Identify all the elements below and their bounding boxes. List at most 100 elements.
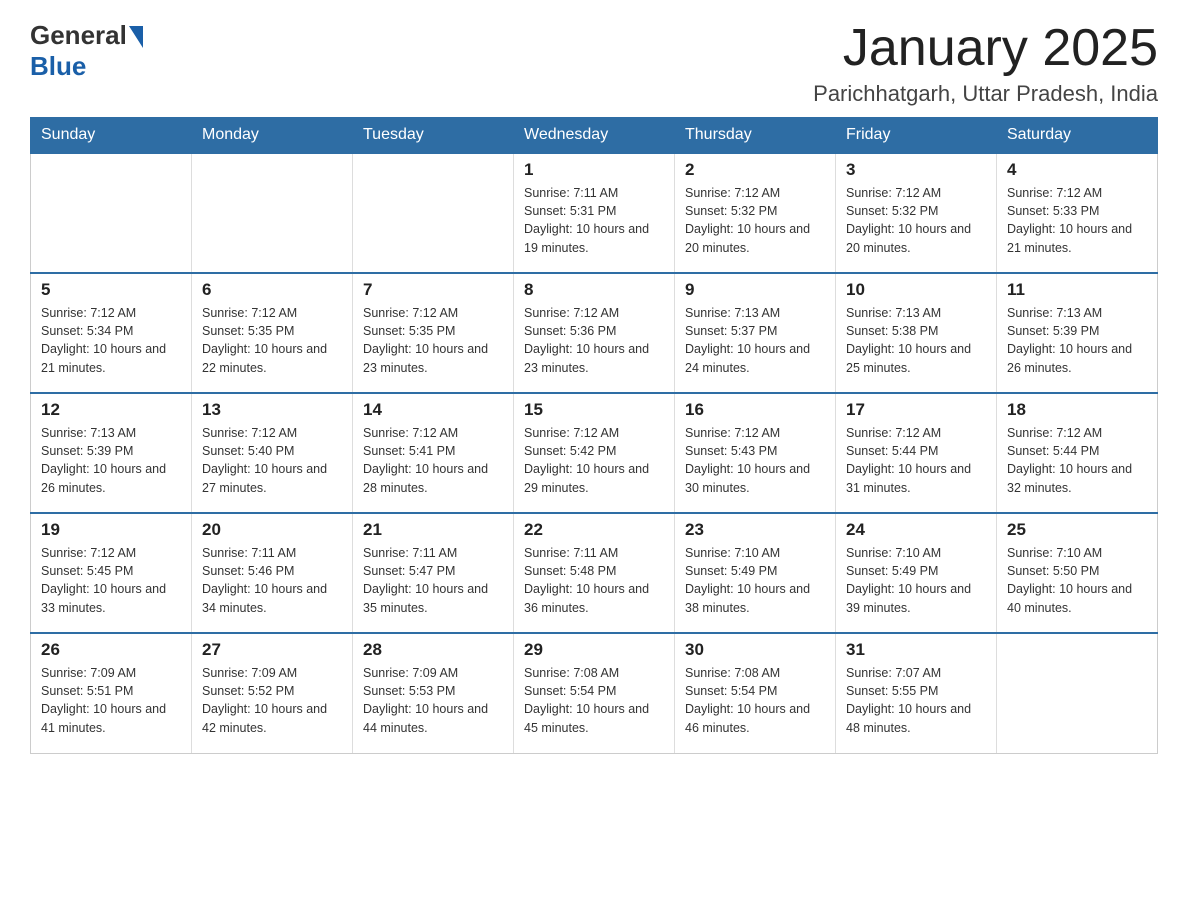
- day-number: 27: [202, 640, 342, 660]
- day-info: Sunrise: 7:09 AM Sunset: 5:51 PM Dayligh…: [41, 664, 181, 737]
- calendar-cell: 12 Sunrise: 7:13 AM Sunset: 5:39 PM Dayli…: [31, 393, 192, 513]
- day-number: 4: [1007, 160, 1147, 180]
- calendar-cell: 23Sunrise: 7:10 AM Sunset: 5:49 PM Dayli…: [675, 513, 836, 633]
- day-number: 8: [524, 280, 664, 300]
- day-number: 31: [846, 640, 986, 660]
- page-header: General Blue January 2025 Parichhatgarh,…: [30, 20, 1158, 107]
- day-info: Sunrise: 7:12 AM Sunset: 5:35 PM Dayligh…: [202, 304, 342, 377]
- day-number: 9: [685, 280, 825, 300]
- calendar-cell: 9 Sunrise: 7:13 AM Sunset: 5:37 PM Daylig…: [675, 273, 836, 393]
- day-number: 5: [41, 280, 181, 300]
- day-info: Sunrise: 7:12 AM Sunset: 5:35 PM Dayligh…: [363, 304, 503, 377]
- calendar-week-row: 19Sunrise: 7:12 AM Sunset: 5:45 PM Dayli…: [31, 513, 1158, 633]
- calendar-cell: 1 Sunrise: 7:11 AM Sunset: 5:31 PM Daylig…: [514, 153, 675, 273]
- day-number: 6: [202, 280, 342, 300]
- day-info: Sunrise: 7:10 AM Sunset: 5:49 PM Dayligh…: [685, 544, 825, 617]
- day-number: 21: [363, 520, 503, 540]
- calendar-cell: 10 Sunrise: 7:13 AM Sunset: 5:38 PM Dayli…: [836, 273, 997, 393]
- day-info: Sunrise: 7:12 AM Sunset: 5:40 PM Dayligh…: [202, 424, 342, 497]
- day-info: Sunrise: 7:12 AM Sunset: 5:44 PM Dayligh…: [846, 424, 986, 497]
- calendar-week-row: 1 Sunrise: 7:11 AM Sunset: 5:31 PM Daylig…: [31, 153, 1158, 273]
- day-number: 1: [524, 160, 664, 180]
- calendar-table: SundayMondayTuesdayWednesdayThursdayFrid…: [30, 117, 1158, 754]
- day-number: 16: [685, 400, 825, 420]
- day-info: Sunrise: 7:12 AM Sunset: 5:33 PM Dayligh…: [1007, 184, 1147, 257]
- day-info: Sunrise: 7:13 AM Sunset: 5:38 PM Dayligh…: [846, 304, 986, 377]
- calendar-cell: 24Sunrise: 7:10 AM Sunset: 5:49 PM Dayli…: [836, 513, 997, 633]
- weekday-header-saturday: Saturday: [997, 118, 1158, 154]
- day-number: 17: [846, 400, 986, 420]
- weekday-header-row: SundayMondayTuesdayWednesdayThursdayFrid…: [31, 118, 1158, 154]
- calendar-cell: 7 Sunrise: 7:12 AM Sunset: 5:35 PM Daylig…: [353, 273, 514, 393]
- day-info: Sunrise: 7:11 AM Sunset: 5:31 PM Dayligh…: [524, 184, 664, 257]
- calendar-subtitle: Parichhatgarh, Uttar Pradesh, India: [813, 81, 1158, 107]
- day-info: Sunrise: 7:07 AM Sunset: 5:55 PM Dayligh…: [846, 664, 986, 737]
- day-info: Sunrise: 7:12 AM Sunset: 5:32 PM Dayligh…: [685, 184, 825, 257]
- calendar-cell: 19Sunrise: 7:12 AM Sunset: 5:45 PM Dayli…: [31, 513, 192, 633]
- calendar-cell: 4 Sunrise: 7:12 AM Sunset: 5:33 PM Daylig…: [997, 153, 1158, 273]
- day-number: 25: [1007, 520, 1147, 540]
- calendar-cell: 6 Sunrise: 7:12 AM Sunset: 5:35 PM Daylig…: [192, 273, 353, 393]
- logo-triangle-icon: [129, 26, 143, 48]
- day-info: Sunrise: 7:13 AM Sunset: 5:39 PM Dayligh…: [1007, 304, 1147, 377]
- day-number: 7: [363, 280, 503, 300]
- day-info: Sunrise: 7:12 AM Sunset: 5:34 PM Dayligh…: [41, 304, 181, 377]
- day-info: Sunrise: 7:10 AM Sunset: 5:49 PM Dayligh…: [846, 544, 986, 617]
- day-info: Sunrise: 7:09 AM Sunset: 5:52 PM Dayligh…: [202, 664, 342, 737]
- day-number: 11: [1007, 280, 1147, 300]
- day-info: Sunrise: 7:11 AM Sunset: 5:46 PM Dayligh…: [202, 544, 342, 617]
- day-number: 2: [685, 160, 825, 180]
- weekday-header-thursday: Thursday: [675, 118, 836, 154]
- day-number: 18: [1007, 400, 1147, 420]
- calendar-cell: 16Sunrise: 7:12 AM Sunset: 5:43 PM Dayli…: [675, 393, 836, 513]
- calendar-cell: 21 Sunrise: 7:11 AM Sunset: 5:47 PM Dayli…: [353, 513, 514, 633]
- day-number: 22: [524, 520, 664, 540]
- day-info: Sunrise: 7:13 AM Sunset: 5:37 PM Dayligh…: [685, 304, 825, 377]
- calendar-cell: 5 Sunrise: 7:12 AM Sunset: 5:34 PM Daylig…: [31, 273, 192, 393]
- day-info: Sunrise: 7:12 AM Sunset: 5:44 PM Dayligh…: [1007, 424, 1147, 497]
- day-number: 28: [363, 640, 503, 660]
- calendar-cell: 28Sunrise: 7:09 AM Sunset: 5:53 PM Dayli…: [353, 633, 514, 753]
- day-info: Sunrise: 7:11 AM Sunset: 5:47 PM Dayligh…: [363, 544, 503, 617]
- weekday-header-wednesday: Wednesday: [514, 118, 675, 154]
- calendar-cell: 25Sunrise: 7:10 AM Sunset: 5:50 PM Dayli…: [997, 513, 1158, 633]
- day-info: Sunrise: 7:12 AM Sunset: 5:36 PM Dayligh…: [524, 304, 664, 377]
- day-number: 29: [524, 640, 664, 660]
- title-block: January 2025 Parichhatgarh, Uttar Prades…: [813, 20, 1158, 107]
- calendar-cell: 29Sunrise: 7:08 AM Sunset: 5:54 PM Dayli…: [514, 633, 675, 753]
- day-info: Sunrise: 7:11 AM Sunset: 5:48 PM Dayligh…: [524, 544, 664, 617]
- calendar-cell: 3 Sunrise: 7:12 AM Sunset: 5:32 PM Daylig…: [836, 153, 997, 273]
- day-number: 30: [685, 640, 825, 660]
- day-number: 20: [202, 520, 342, 540]
- day-number: 13: [202, 400, 342, 420]
- day-number: 12: [41, 400, 181, 420]
- day-number: 26: [41, 640, 181, 660]
- day-info: Sunrise: 7:08 AM Sunset: 5:54 PM Dayligh…: [685, 664, 825, 737]
- calendar-week-row: 26 Sunrise: 7:09 AM Sunset: 5:51 PM Dayli…: [31, 633, 1158, 753]
- calendar-cell: 18 Sunrise: 7:12 AM Sunset: 5:44 PM Dayli…: [997, 393, 1158, 513]
- calendar-week-row: 5 Sunrise: 7:12 AM Sunset: 5:34 PM Daylig…: [31, 273, 1158, 393]
- day-info: Sunrise: 7:12 AM Sunset: 5:42 PM Dayligh…: [524, 424, 664, 497]
- day-info: Sunrise: 7:13 AM Sunset: 5:39 PM Dayligh…: [41, 424, 181, 497]
- day-info: Sunrise: 7:12 AM Sunset: 5:32 PM Dayligh…: [846, 184, 986, 257]
- calendar-cell: 15Sunrise: 7:12 AM Sunset: 5:42 PM Dayli…: [514, 393, 675, 513]
- logo-blue: Blue: [30, 51, 86, 82]
- calendar-cell: 14 Sunrise: 7:12 AM Sunset: 5:41 PM Dayli…: [353, 393, 514, 513]
- day-info: Sunrise: 7:12 AM Sunset: 5:41 PM Dayligh…: [363, 424, 503, 497]
- day-number: 3: [846, 160, 986, 180]
- calendar-title: January 2025: [813, 20, 1158, 77]
- calendar-cell: 11 Sunrise: 7:13 AM Sunset: 5:39 PM Dayli…: [997, 273, 1158, 393]
- calendar-cell: 20 Sunrise: 7:11 AM Sunset: 5:46 PM Dayli…: [192, 513, 353, 633]
- calendar-cell: [353, 153, 514, 273]
- calendar-cell: 22 Sunrise: 7:11 AM Sunset: 5:48 PM Dayli…: [514, 513, 675, 633]
- logo-general: General: [30, 20, 127, 51]
- calendar-cell: 2 Sunrise: 7:12 AM Sunset: 5:32 PM Daylig…: [675, 153, 836, 273]
- calendar-cell: 30 Sunrise: 7:08 AM Sunset: 5:54 PM Dayli…: [675, 633, 836, 753]
- calendar-cell: [31, 153, 192, 273]
- day-number: 10: [846, 280, 986, 300]
- calendar-cell: 31 Sunrise: 7:07 AM Sunset: 5:55 PM Dayli…: [836, 633, 997, 753]
- calendar-cell: 26 Sunrise: 7:09 AM Sunset: 5:51 PM Dayli…: [31, 633, 192, 753]
- weekday-header-monday: Monday: [192, 118, 353, 154]
- day-number: 14: [363, 400, 503, 420]
- logo: General Blue: [30, 20, 143, 82]
